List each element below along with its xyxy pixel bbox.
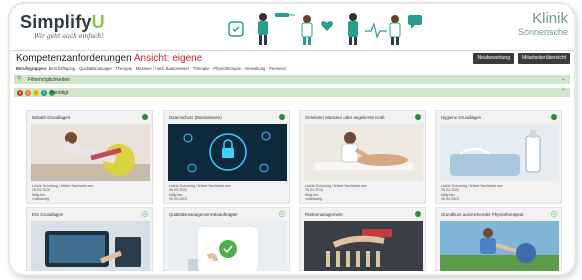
status-indicator xyxy=(279,114,285,120)
card-title: Geleiteter Masseur oder angelernte Kraft xyxy=(305,115,385,120)
heart-icon xyxy=(321,21,333,31)
app-window: SimplifyU Wir geht auch einfach! Klinik … xyxy=(10,4,574,274)
syringe-icon xyxy=(275,13,295,17)
filter-icon: ⚲ xyxy=(17,76,22,82)
status-counter-yellow[interactable]: 2 xyxy=(33,89,39,96)
occupational-groups: Berufsgruppen: Beschäftigung · Qualitäts… xyxy=(16,66,286,71)
chevron-up-icon[interactable]: ⌃ xyxy=(561,88,566,97)
page-title: Kompetenzanforderungen Ansicht: eigene xyxy=(16,53,203,64)
competency-card[interactable]: KIS Grundlagen xyxy=(26,207,153,271)
card-meta: Letzte Schulung / letzter Nachweis am: 06… xyxy=(169,184,232,202)
card-meta: Letzte Schulung / letzter Nachweis am: 28… xyxy=(32,184,95,202)
filter-section-label: Filtermöglichkeiten xyxy=(28,76,70,83)
chevron-down-icon[interactable]: ⌄ xyxy=(561,75,566,84)
card-image-risk-management xyxy=(304,221,423,271)
status-indicator xyxy=(415,211,421,217)
required-section-header[interactable]: 5 0 2 2 Benötigt ⌃ xyxy=(14,88,570,97)
status-counter-teal[interactable]: 2 xyxy=(41,89,47,96)
competency-card[interactable]: Datenschutz (Basiswissen) Letzte Schulun… xyxy=(163,110,290,204)
card-image-data-protection xyxy=(168,124,287,181)
clinic-logo: Klinik Sonnensche xyxy=(518,10,568,37)
new-assessment-button[interactable]: Neubewertung xyxy=(473,53,514,64)
competency-card[interactable]: Risikomanagement xyxy=(299,207,426,271)
card-image-kis xyxy=(31,221,150,271)
card-title: KIS Grundlagen xyxy=(32,212,64,217)
header-illustration xyxy=(228,13,422,45)
card-image-physiotherapist xyxy=(440,221,559,271)
card-title: Datenschutz (Basiswissen) xyxy=(169,115,222,120)
status-indicator xyxy=(551,114,557,120)
status-indicator xyxy=(279,211,285,217)
logo[interactable]: SimplifyU Wir geht auch einfach! xyxy=(20,12,105,40)
title-bar: Kompetenzanforderungen Ansicht: eigene N… xyxy=(10,50,574,66)
card-image-massage xyxy=(304,124,423,181)
status-indicator xyxy=(415,114,421,120)
card-meta: Letzte Schulung / letzter Nachweis am: 28… xyxy=(441,184,504,202)
header: SimplifyU Wir geht auch einfach! Klinik … xyxy=(10,4,574,50)
logo-text: SimplifyU xyxy=(20,12,105,32)
view-mode-label[interactable]: Ansicht: eigene xyxy=(134,53,202,64)
card-title: Qualitätsmanagement-Beauftragter xyxy=(169,212,238,217)
pulse-icon xyxy=(365,22,387,39)
card-title: Risikomanagement xyxy=(305,212,343,217)
competency-card[interactable]: Hygiene Grundlagen Letzte Schulung / let… xyxy=(435,110,562,204)
card-image-physiotherapy xyxy=(31,124,150,181)
status-indicator xyxy=(142,114,148,120)
required-section-label: Benötigt xyxy=(50,89,69,96)
nurse-figure xyxy=(301,15,313,45)
doctor-figure xyxy=(348,13,358,45)
card-title: Grundkurs ausreichender Physiotherapeut xyxy=(441,212,524,217)
doctor-figure xyxy=(258,13,268,45)
status-counter-orange[interactable]: 0 xyxy=(25,89,31,96)
card-image-quality-management xyxy=(168,221,287,271)
card-title: Hygiene Grundlagen xyxy=(441,115,482,120)
filter-section-header[interactable]: ⚲ Filtermöglichkeiten ⌄ xyxy=(14,75,570,84)
card-image-hygiene xyxy=(440,124,559,181)
competency-card[interactable]: Geleiteter Masseur oder angelernte Kraft… xyxy=(299,110,426,204)
competency-card[interactable]: Qualitätsmanagement-Beauftragter xyxy=(163,207,290,271)
groups-list: Beschäftigung · Qualitätsmanager · Thera… xyxy=(48,66,286,71)
logo-tagline: Wir geht auch einfach! xyxy=(34,33,104,40)
status-indicator xyxy=(142,211,148,217)
status-counter-red[interactable]: 5 xyxy=(17,89,23,96)
competency-card[interactable]: Grundkurs ausreichender Physiotherapeut xyxy=(435,207,562,271)
chat-icon xyxy=(408,15,422,29)
status-indicator xyxy=(551,211,557,217)
person-figure xyxy=(389,15,401,45)
card-title: Bobath Grundlagen xyxy=(32,115,71,120)
clinic-name: Klinik xyxy=(532,10,568,27)
clinic-subtitle: Sonnensche xyxy=(517,27,568,37)
competency-card[interactable]: Bobath Grundlagen Letzte Schulung / letz… xyxy=(26,110,153,204)
shield-icon xyxy=(228,21,244,37)
card-meta: Letzte Schulung / letzter Nachweis am: 28… xyxy=(305,184,368,202)
employee-overview-button[interactable]: Mitarbeiterübersicht xyxy=(518,53,570,64)
groups-label: Berufsgruppen: xyxy=(16,66,48,71)
